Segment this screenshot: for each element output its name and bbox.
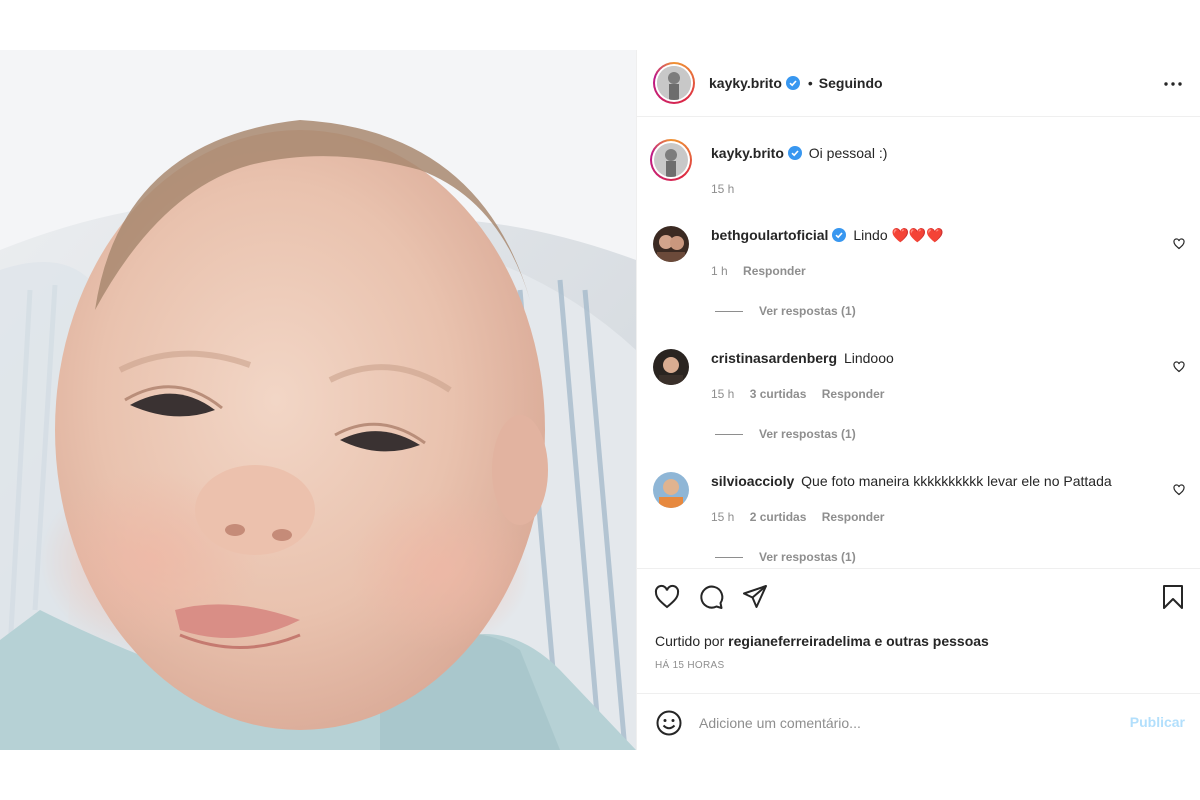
comment-item: bethgoulartoficial Lindo ❤️❤️❤️ 1 h Resp… (653, 226, 1185, 326)
comment-likes[interactable]: 3 curtidas (750, 387, 807, 401)
post-actions: Curtido por regianeferreiradelima e outr… (637, 568, 1200, 692)
post-time-ago[interactable]: HÁ 15 HORAS (655, 660, 724, 671)
author-avatar[interactable] (653, 62, 695, 104)
verified-badge-icon (787, 146, 802, 160)
verified-badge-icon (785, 76, 800, 90)
comment-item: silvioaccioly Que foto maneira kkkkkkkkk… (653, 472, 1185, 566)
liked-by: Curtido por regianeferreiradelima e outr… (655, 633, 989, 649)
view-replies-label: Ver respostas (1) (759, 304, 856, 318)
header-separator: • (807, 75, 813, 91)
following-button[interactable]: Seguindo (819, 75, 883, 91)
view-replies-label: Ver respostas (1) (759, 550, 856, 564)
commenter-username[interactable]: bethgoulartoficial (711, 227, 828, 243)
baby-photo-illustration (0, 50, 636, 750)
comment-icon[interactable] (697, 583, 725, 611)
heart-outline-icon[interactable] (653, 583, 681, 611)
liked-by-others[interactable]: e outras pessoas (874, 633, 988, 649)
verified-badge-icon (832, 228, 847, 242)
replies-line (715, 433, 743, 435)
author-username[interactable]: kayky.brito (709, 75, 782, 91)
comments-list[interactable]: kayky.brito Oi pessoal :) 15 h bethgoula… (637, 118, 1200, 566)
commenter-username[interactable]: cristinasardenberg (711, 350, 837, 366)
publish-button[interactable]: Publicar (1130, 714, 1185, 730)
reply-button[interactable]: Responder (822, 510, 885, 524)
caption: kayky.brito Oi pessoal :) 15 h (650, 139, 1185, 202)
heart-outline-icon[interactable] (1173, 484, 1185, 496)
caption-text: Oi pessoal :) (808, 145, 888, 161)
view-replies-label: Ver respostas (1) (759, 427, 856, 441)
comment-text: Que foto maneira kkkkkkkkkk levar ele no… (801, 473, 1112, 489)
replies-line (715, 556, 743, 558)
bookmark-icon[interactable] (1159, 583, 1187, 611)
view-replies-button[interactable]: Ver respostas (1) (711, 550, 856, 564)
commenter-avatar[interactable] (653, 349, 689, 385)
commenter-avatar-image (653, 349, 689, 385)
view-replies-button[interactable]: Ver respostas (1) (711, 427, 856, 441)
paper-plane-icon[interactable] (741, 583, 769, 611)
caption-avatar-image (654, 143, 688, 177)
commenter-avatar[interactable] (653, 226, 689, 262)
caption-username[interactable]: kayky.brito (711, 145, 784, 161)
commenter-avatar-image (653, 226, 689, 262)
more-horizontal-icon[interactable] (1161, 72, 1185, 96)
commenter-avatar-image (653, 472, 689, 508)
reply-button[interactable]: Responder (743, 264, 806, 278)
emoji-smile-icon[interactable] (655, 709, 683, 737)
comment-time: 15 h (711, 510, 735, 524)
comment-time: 1 h (711, 264, 728, 278)
add-comment-bar: Publicar (637, 693, 1200, 750)
comment-input[interactable] (699, 711, 1099, 735)
instagram-post: kayky.brito • Seguindo kayky.brito Oi pe… (0, 50, 1200, 750)
view-replies-button[interactable]: Ver respostas (1) (711, 304, 856, 318)
comment-text: Lindo ❤️❤️❤️ (853, 227, 944, 243)
replies-line (715, 310, 743, 312)
commenter-username[interactable]: silvioaccioly (711, 473, 794, 489)
post-photo[interactable] (0, 50, 636, 750)
comment-time: 15 h (711, 387, 735, 401)
post-details-panel: kayky.brito • Seguindo kayky.brito Oi pe… (636, 50, 1200, 750)
heart-outline-icon[interactable] (1173, 238, 1185, 250)
comment-item: cristinasardenberg Lindooo 15 h 3 curtid… (653, 349, 1185, 449)
liked-by-user[interactable]: regianeferreiradelima (728, 633, 870, 649)
post-header: kayky.brito • Seguindo (637, 50, 1200, 117)
comment-likes[interactable]: 2 curtidas (750, 510, 807, 524)
caption-avatar[interactable] (650, 139, 692, 181)
commenter-avatar[interactable] (653, 472, 689, 508)
caption-time: 15 h (711, 182, 735, 196)
reply-button[interactable]: Responder (822, 387, 885, 401)
heart-outline-icon[interactable] (1173, 361, 1185, 373)
comment-text: Lindooo (843, 350, 894, 366)
liked-by-prefix: Curtido por (655, 633, 725, 649)
author-avatar-image (657, 66, 691, 100)
